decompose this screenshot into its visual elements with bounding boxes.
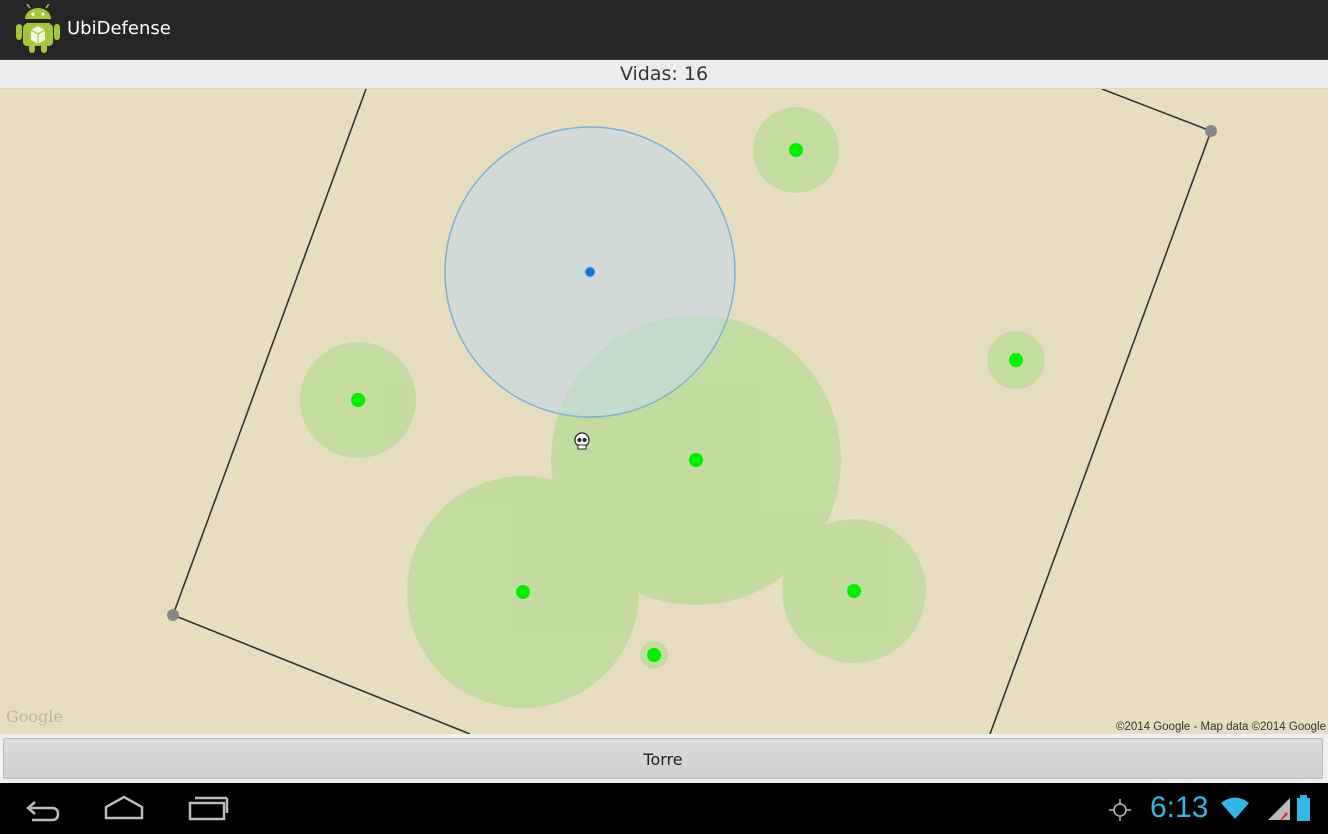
map-overlay: [167, 89, 1217, 734]
tower: [1009, 353, 1023, 367]
android-robot-icon[interactable]: [14, 4, 62, 54]
action-bar: UbiDefense: [0, 0, 1328, 60]
tower-button[interactable]: Torre: [3, 738, 1323, 779]
map-attribution: ©2014 Google - Map data ©2014 Google: [1115, 721, 1326, 733]
path-waypoint: [1205, 125, 1217, 137]
google-logo: Google: [6, 707, 63, 726]
tower: [647, 648, 661, 662]
recents-icon[interactable]: [187, 793, 229, 823]
tower: [516, 585, 530, 599]
clock: 6:13: [1150, 791, 1209, 824]
wifi-icon: [1221, 797, 1249, 819]
system-bar: 6:13: [0, 783, 1328, 834]
back-icon[interactable]: [22, 793, 62, 823]
tower: [847, 584, 861, 598]
tower: [789, 143, 803, 157]
lives-counter: Vidas: 16: [0, 60, 1328, 89]
app-title: UbiDefense: [67, 18, 171, 39]
gps-icon: [1109, 799, 1131, 821]
tower: [351, 393, 365, 407]
map-view[interactable]: Google ©2014 Google - Map data ©2014 Goo…: [0, 89, 1328, 734]
home-icon[interactable]: [102, 793, 146, 823]
path-waypoint: [167, 609, 179, 621]
player-location-icon: [584, 266, 596, 278]
tower: [689, 453, 703, 467]
battery-icon: [1297, 795, 1310, 821]
button-bar: Torre: [0, 734, 1328, 783]
signal-icon: [1268, 798, 1290, 820]
